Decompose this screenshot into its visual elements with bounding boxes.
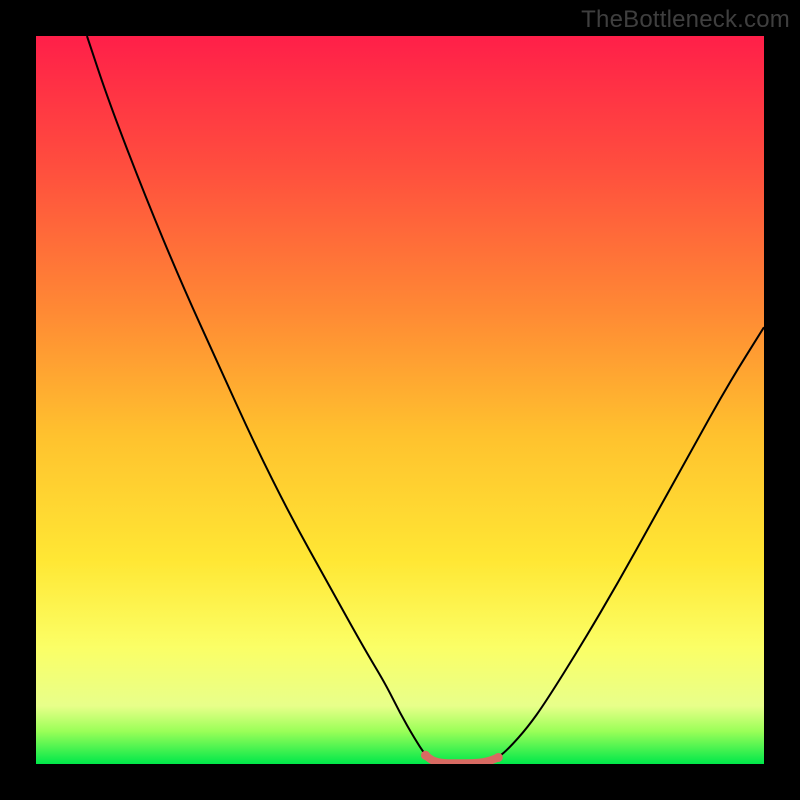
gradient-background: [36, 36, 764, 764]
minimum-highlight-start-dot: [421, 751, 430, 760]
minimum-highlight-end-dot: [494, 753, 503, 762]
chart-frame: TheBottleneck.com: [0, 0, 800, 800]
plot-svg: [36, 36, 764, 764]
plot-area: [36, 36, 764, 764]
watermark-text: TheBottleneck.com: [581, 6, 790, 34]
